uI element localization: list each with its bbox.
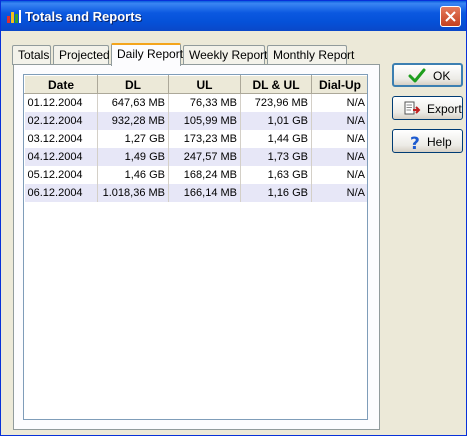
cell-ul: 168,24 MB	[168, 165, 241, 184]
window-title: Totals and Reports	[25, 9, 142, 24]
cell-dial-up: N/A	[311, 93, 367, 112]
cell-ul: 173,23 MB	[168, 129, 241, 148]
question-icon: ?	[410, 134, 420, 151]
table-row[interactable]: 04.12.2004 1,49 GB 247,57 MB 1,73 GB N/A	[24, 147, 367, 166]
tab-projected[interactable]: Projected	[53, 45, 110, 65]
cell-dial-up: N/A	[311, 165, 367, 184]
tab-monthly-report[interactable]: Monthly Report	[267, 45, 354, 65]
ok-label: OK	[433, 69, 451, 83]
help-button[interactable]: ? Help	[392, 129, 463, 153]
cell-dial-up: N/A	[311, 111, 367, 130]
table-header-row: Date DL UL DL & UL Dial-Up	[24, 75, 367, 94]
cell-ul: 76,33 MB	[168, 93, 241, 112]
cell-date: 05.12.2004	[24, 165, 98, 184]
column-header-date[interactable]: Date	[24, 75, 98, 94]
cell-dl-ul: 1,01 GB	[240, 111, 312, 130]
export-label: Export	[427, 102, 462, 116]
column-header-dl-ul[interactable]: DL & UL	[240, 75, 312, 94]
cell-dl-ul: 1,44 GB	[240, 129, 312, 148]
cell-date: 01.12.2004	[24, 93, 98, 112]
cell-date: 04.12.2004	[24, 147, 98, 166]
table-row[interactable]: 06.12.2004 1.018,36 MB 166,14 MB 1,16 GB…	[24, 183, 367, 202]
close-button[interactable]	[440, 6, 461, 27]
title-bar[interactable]: Totals and Reports	[1, 1, 466, 31]
cell-dial-up: N/A	[311, 147, 367, 166]
cell-dl: 1,46 GB	[97, 165, 169, 184]
cell-dial-up: N/A	[311, 183, 367, 202]
export-icon	[404, 101, 421, 115]
cell-dl: 1,49 GB	[97, 147, 169, 166]
table-row[interactable]: 05.12.2004 1,46 GB 168,24 MB 1,63 GB N/A	[24, 165, 367, 184]
cell-dl-ul: 1,16 GB	[240, 183, 312, 202]
ok-button[interactable]: OK	[392, 63, 463, 87]
help-label: Help	[427, 135, 452, 149]
cell-dial-up: N/A	[311, 129, 367, 148]
column-header-ul[interactable]: UL	[168, 75, 241, 94]
table-row[interactable]: 03.12.2004 1,27 GB 173,23 MB 1,44 GB N/A	[24, 129, 367, 148]
cell-ul: 166,14 MB	[168, 183, 241, 202]
tab-daily-report[interactable]: Daily Report	[111, 43, 183, 66]
totals-and-reports-window: Totals and Reports Totals Projected Dail…	[0, 0, 467, 436]
column-header-dial-up[interactable]: Dial-Up	[311, 75, 367, 94]
report-table: Date DL UL DL & UL Dial-Up 01.12.2004 64…	[24, 75, 367, 202]
checkmark-icon	[408, 68, 426, 83]
table-row[interactable]: 02.12.2004 932,28 MB 105,99 MB 1,01 GB N…	[24, 111, 367, 130]
cell-dl: 1.018,36 MB	[97, 183, 169, 202]
cell-ul: 247,57 MB	[168, 147, 241, 166]
app-icon	[7, 10, 21, 23]
column-header-dl[interactable]: DL	[97, 75, 169, 94]
report-grid[interactable]: Date DL UL DL & UL Dial-Up 01.12.2004 64…	[23, 74, 368, 420]
svg-text:?: ?	[410, 134, 420, 151]
tab-weekly-report[interactable]: Weekly Report	[183, 45, 267, 65]
cell-date: 03.12.2004	[24, 129, 98, 148]
cell-date: 02.12.2004	[24, 111, 98, 130]
daily-report-panel: Date DL UL DL & UL Dial-Up 01.12.2004 64…	[13, 64, 380, 430]
cell-dl-ul: 1,63 GB	[240, 165, 312, 184]
cell-dl-ul: 723,96 MB	[240, 93, 312, 112]
cell-dl: 647,63 MB	[97, 93, 169, 112]
tab-totals[interactable]: Totals	[12, 45, 51, 65]
cell-dl: 1,27 GB	[97, 129, 169, 148]
cell-date: 06.12.2004	[24, 183, 98, 202]
cell-dl: 932,28 MB	[97, 111, 169, 130]
export-button[interactable]: Export	[392, 96, 463, 120]
cell-dl-ul: 1,73 GB	[240, 147, 312, 166]
table-row[interactable]: 01.12.2004 647,63 MB 76,33 MB 723,96 MB …	[24, 93, 367, 112]
close-icon	[445, 11, 456, 22]
cell-ul: 105,99 MB	[168, 111, 241, 130]
